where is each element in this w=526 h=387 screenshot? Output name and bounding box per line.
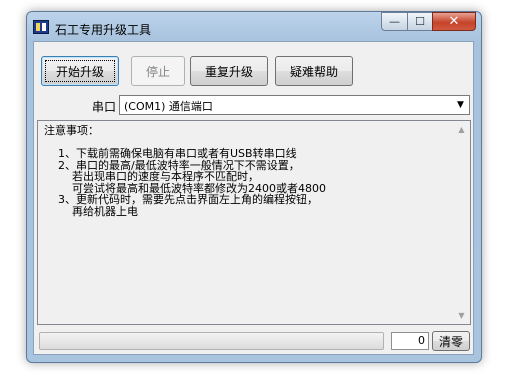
clear-button[interactable]: 清零 [432,331,470,351]
notes-textarea[interactable]: 注意事项： 1、下载前需确保电脑有串口或者有USB转串口线 2、串口的最高/最低… [37,120,471,325]
window-title: 石工专用升级工具 [55,23,152,37]
maximize-button[interactable]: ☐ [407,12,433,31]
vertical-scrollbar[interactable]: ▲ ▼ [453,121,470,324]
chevron-down-icon[interactable]: ▼ [452,96,469,114]
minimize-button[interactable]: — [381,12,408,31]
start-upgrade-button[interactable]: 开始升级 [41,56,119,86]
port-select-value: (COM1) 通信端口 [124,100,213,113]
repeat-upgrade-button[interactable]: 重复升级 [190,56,268,86]
port-label: 串口 [92,100,117,114]
scroll-down-arrow-icon[interactable]: ▼ [453,307,470,324]
help-button[interactable]: 疑难帮助 [275,56,353,86]
scroll-up-arrow-icon[interactable]: ▲ [453,121,470,138]
app-window: 石工专用升级工具 — ☐ ✕ 开始升级 停止 重复升级 疑难帮助 串口 (COM… [26,11,482,363]
app-icon [33,20,49,34]
port-select[interactable]: (COM1) 通信端口 ▼ [119,95,470,115]
close-button[interactable]: ✕ [432,12,476,31]
notes-text: 注意事项： 1、下载前需确保电脑有串口或者有USB转串口线 2、串口的最高/最低… [44,124,326,218]
progress-bar [39,332,384,350]
count-field: 0 [391,332,429,350]
client-area: 开始升级 停止 重复升级 疑难帮助 串口 (COM1) 通信端口 ▼ 注意事项：… [33,41,474,355]
stop-button[interactable]: 停止 [131,56,185,86]
title-bar[interactable]: 石工专用升级工具 — ☐ ✕ [27,12,481,40]
